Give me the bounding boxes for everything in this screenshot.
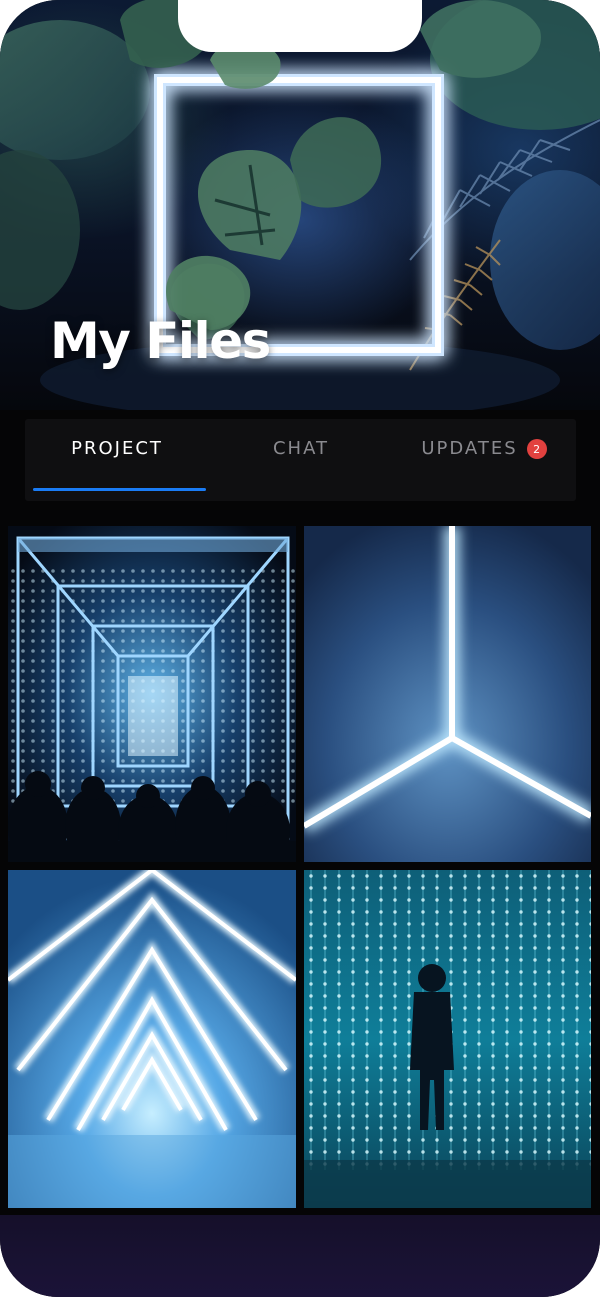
- hanging-lights-image: [304, 870, 591, 1208]
- bottom-dock: [0, 1215, 600, 1297]
- light-beams-image: [304, 526, 591, 862]
- page-title: My Files: [50, 312, 271, 370]
- updates-count-badge: 2: [526, 439, 547, 459]
- hero-banner: My Files: [0, 0, 600, 410]
- tab-updates-label: UPDATES: [421, 438, 518, 459]
- tab-updates[interactable]: UPDATES 2: [392, 419, 576, 501]
- gallery-item-light-beams[interactable]: [304, 526, 591, 862]
- gallery-item-light-tunnel[interactable]: [8, 526, 296, 862]
- tab-chat[interactable]: CHAT: [209, 419, 393, 501]
- phone-frame: My Files PROJECT CHAT UPDATES 2: [0, 0, 600, 1297]
- triangle-tunnel-image: [8, 870, 296, 1208]
- tab-chat-label: CHAT: [272, 438, 329, 459]
- gallery-item-triangle-tunnel[interactable]: [8, 870, 296, 1208]
- active-tab-indicator: [33, 488, 206, 491]
- phone-notch: [178, 0, 422, 52]
- tab-project-label: PROJECT: [71, 438, 163, 459]
- gallery-item-hanging-lights[interactable]: [304, 870, 591, 1208]
- tab-bar: PROJECT CHAT UPDATES 2: [25, 419, 576, 501]
- light-tunnel-image: [8, 526, 296, 862]
